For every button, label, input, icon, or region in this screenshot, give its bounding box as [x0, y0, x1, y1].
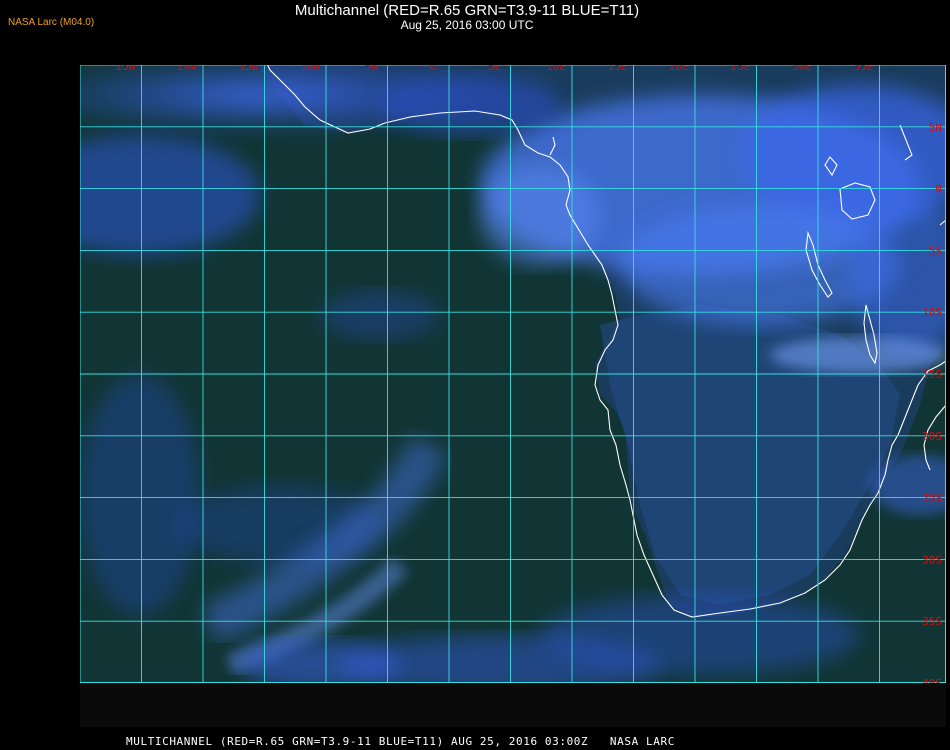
image-timestamp: Aug 25, 2016 03:00 UTC — [400, 18, 534, 32]
image-title: Multichannel (RED=R.65 GRN=T3.9-11 BLUE=… — [294, 2, 640, 19]
longitude-label: 25W — [116, 65, 136, 73]
longitude-label: 20W — [177, 65, 197, 73]
longitude-label: 5E — [488, 65, 501, 73]
latitude-label: 5N — [929, 121, 942, 134]
longitude-label: 35E — [854, 65, 874, 73]
latitude-label: 0 — [935, 183, 942, 196]
longitude-label: 10E — [546, 65, 566, 73]
latitude-label: 30S — [922, 553, 942, 566]
satellite-image: 25W 20W 15W 10W 5W 0 5E 10E 15E 20E 25E 30E 35E 5N 0 5S… — [80, 65, 946, 683]
map-bottom-strip — [80, 683, 946, 727]
longitude-label: 25E — [731, 65, 751, 73]
longitude-label: 15W — [239, 65, 259, 73]
latitude-label: 25S — [922, 492, 942, 505]
latitude-label: 35S — [922, 615, 942, 628]
latitude-label: 10S — [922, 306, 942, 319]
longitude-label: 20E — [669, 65, 689, 73]
latitude-label: 40S — [922, 677, 942, 683]
longitude-label: 5W — [365, 65, 379, 73]
longitude-label: 0 — [430, 65, 437, 73]
satellite-map[interactable]: 25W 20W 15W 10W 5W 0 5E 10E 15E 20E 25E 30E 35E 5N 0 5S… — [80, 65, 946, 683]
longitude-label: 30E — [792, 65, 812, 73]
latitude-label: 5S — [929, 244, 942, 257]
latitude-label: 15S — [922, 368, 942, 381]
latitude-label: 20S — [922, 430, 942, 443]
footer-caption: MULTICHANNEL (RED=R.65 GRN=T3.9-11 BLUE=… — [126, 735, 675, 748]
longitude-label: 10W — [300, 65, 320, 73]
longitude-label: 15E — [608, 65, 628, 73]
